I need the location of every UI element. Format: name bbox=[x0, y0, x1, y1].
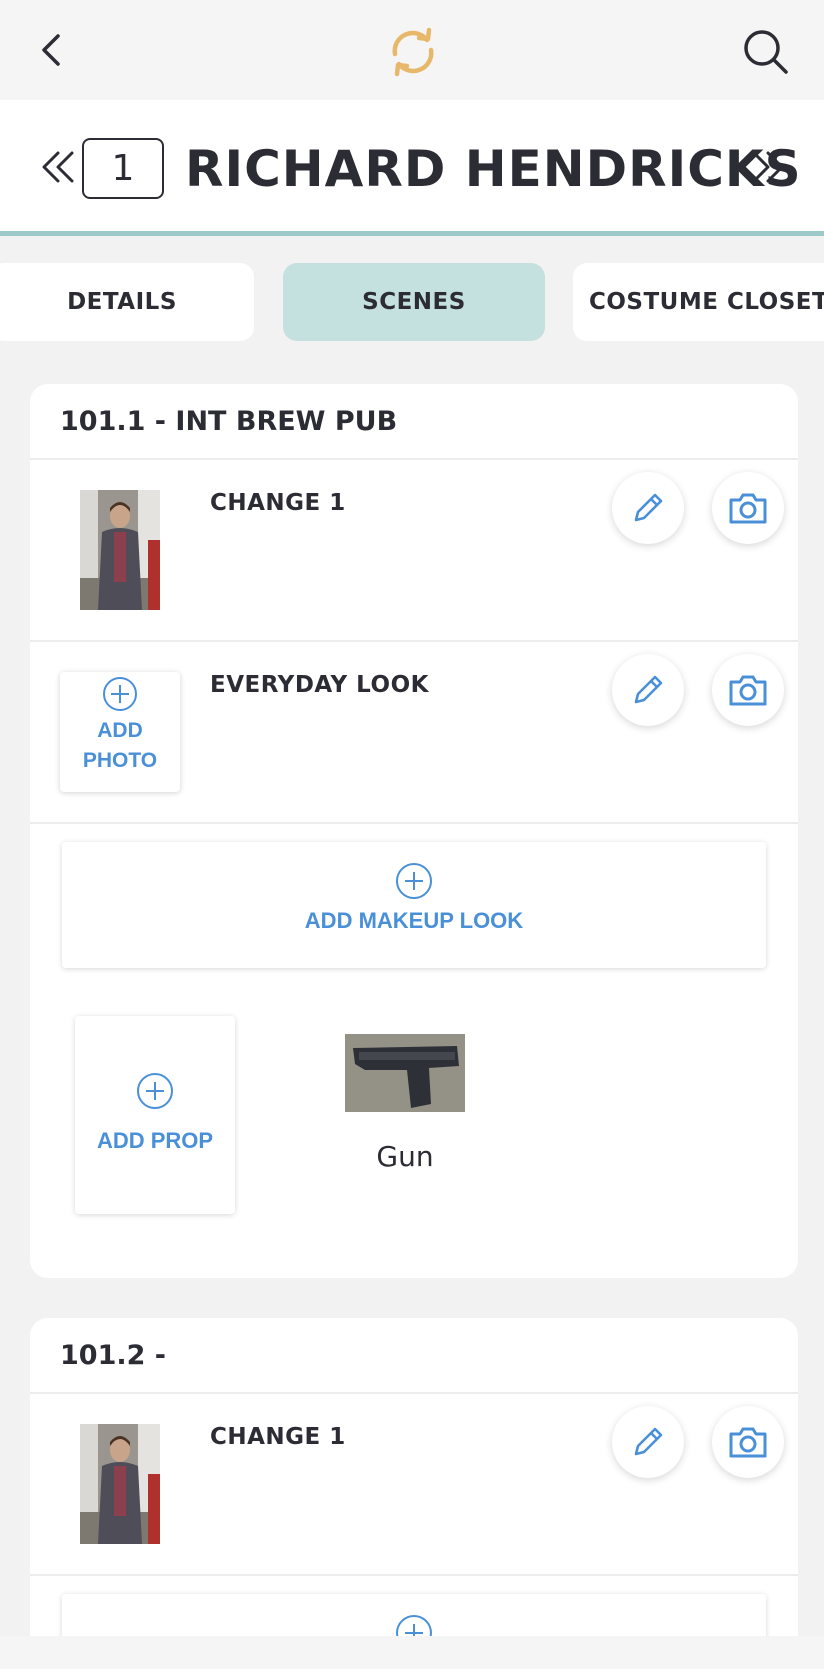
add-photo-button[interactable]: ADD PHOTO bbox=[60, 672, 180, 792]
scene-card: 101.2 - CHANGE 1 bbox=[30, 1318, 798, 1658]
scene-card: 101.1 - INT BREW PUB CHANGE 1 ADD PHOTO … bbox=[30, 384, 798, 1278]
tab-details[interactable]: DETAILS bbox=[0, 263, 254, 341]
camera-button[interactable] bbox=[712, 1406, 784, 1478]
tab-bar: DETAILS SCENES COSTUME CLOSET bbox=[0, 241, 824, 361]
pencil-icon bbox=[634, 1427, 663, 1456]
add-prop-label: ADD PROP bbox=[96, 1128, 214, 1153]
camera-icon bbox=[729, 493, 767, 524]
prop-name: Gun bbox=[376, 1140, 434, 1173]
plus-circle-icon bbox=[137, 1073, 173, 1109]
camera-button[interactable] bbox=[712, 472, 784, 544]
camera-icon bbox=[729, 1427, 767, 1458]
character-number-field[interactable]: 1 bbox=[82, 138, 164, 199]
change-row: CHANGE 1 bbox=[30, 1394, 798, 1576]
change-photo[interactable] bbox=[80, 490, 160, 610]
pencil-icon bbox=[634, 493, 663, 522]
add-prop-button[interactable]: ADD PROP bbox=[75, 1016, 235, 1214]
sync-icon[interactable] bbox=[385, 24, 441, 80]
pencil-icon bbox=[634, 675, 663, 704]
camera-button[interactable] bbox=[712, 654, 784, 726]
prop-photo bbox=[345, 1034, 465, 1112]
plus-circle-icon bbox=[103, 677, 137, 711]
tab-scenes[interactable]: SCENES bbox=[283, 263, 545, 341]
character-name: RICHARD HENDRICKS bbox=[185, 140, 802, 198]
scene-title[interactable]: 101.2 - bbox=[30, 1318, 798, 1394]
tab-costume-closet[interactable]: COSTUME CLOSET bbox=[573, 263, 824, 341]
double-chevron-left-icon[interactable] bbox=[38, 145, 82, 189]
change-row: ADD PHOTO EVERYDAY LOOK bbox=[30, 642, 798, 824]
bottom-bar bbox=[0, 1636, 824, 1669]
top-bar bbox=[0, 0, 824, 100]
plus-circle-icon bbox=[396, 863, 432, 899]
change-label: CHANGE 1 bbox=[210, 490, 346, 516]
edit-button[interactable] bbox=[612, 1406, 684, 1478]
character-header: 1 RICHARD HENDRICKS bbox=[0, 100, 824, 236]
double-chevron-right-icon[interactable] bbox=[744, 145, 788, 189]
add-photo-label: PHOTO bbox=[82, 749, 158, 772]
change-label: EVERYDAY LOOK bbox=[210, 672, 429, 698]
change-photo[interactable] bbox=[80, 1424, 160, 1544]
search-icon[interactable] bbox=[740, 26, 792, 78]
change-label: CHANGE 1 bbox=[210, 1424, 346, 1450]
edit-button[interactable] bbox=[612, 654, 684, 726]
add-photo-label: ADD bbox=[97, 719, 143, 742]
chevron-left-icon[interactable] bbox=[30, 26, 74, 74]
scene-title[interactable]: 101.1 - INT BREW PUB bbox=[30, 384, 798, 460]
prop-item[interactable]: Gun bbox=[345, 1034, 465, 1173]
add-makeup-look-button[interactable]: ADD MAKEUP LOOK bbox=[62, 842, 766, 968]
edit-button[interactable] bbox=[612, 472, 684, 544]
camera-icon bbox=[729, 675, 767, 706]
add-makeup-look-label: ADD MAKEUP LOOK bbox=[304, 908, 524, 933]
change-row: CHANGE 1 bbox=[30, 460, 798, 642]
